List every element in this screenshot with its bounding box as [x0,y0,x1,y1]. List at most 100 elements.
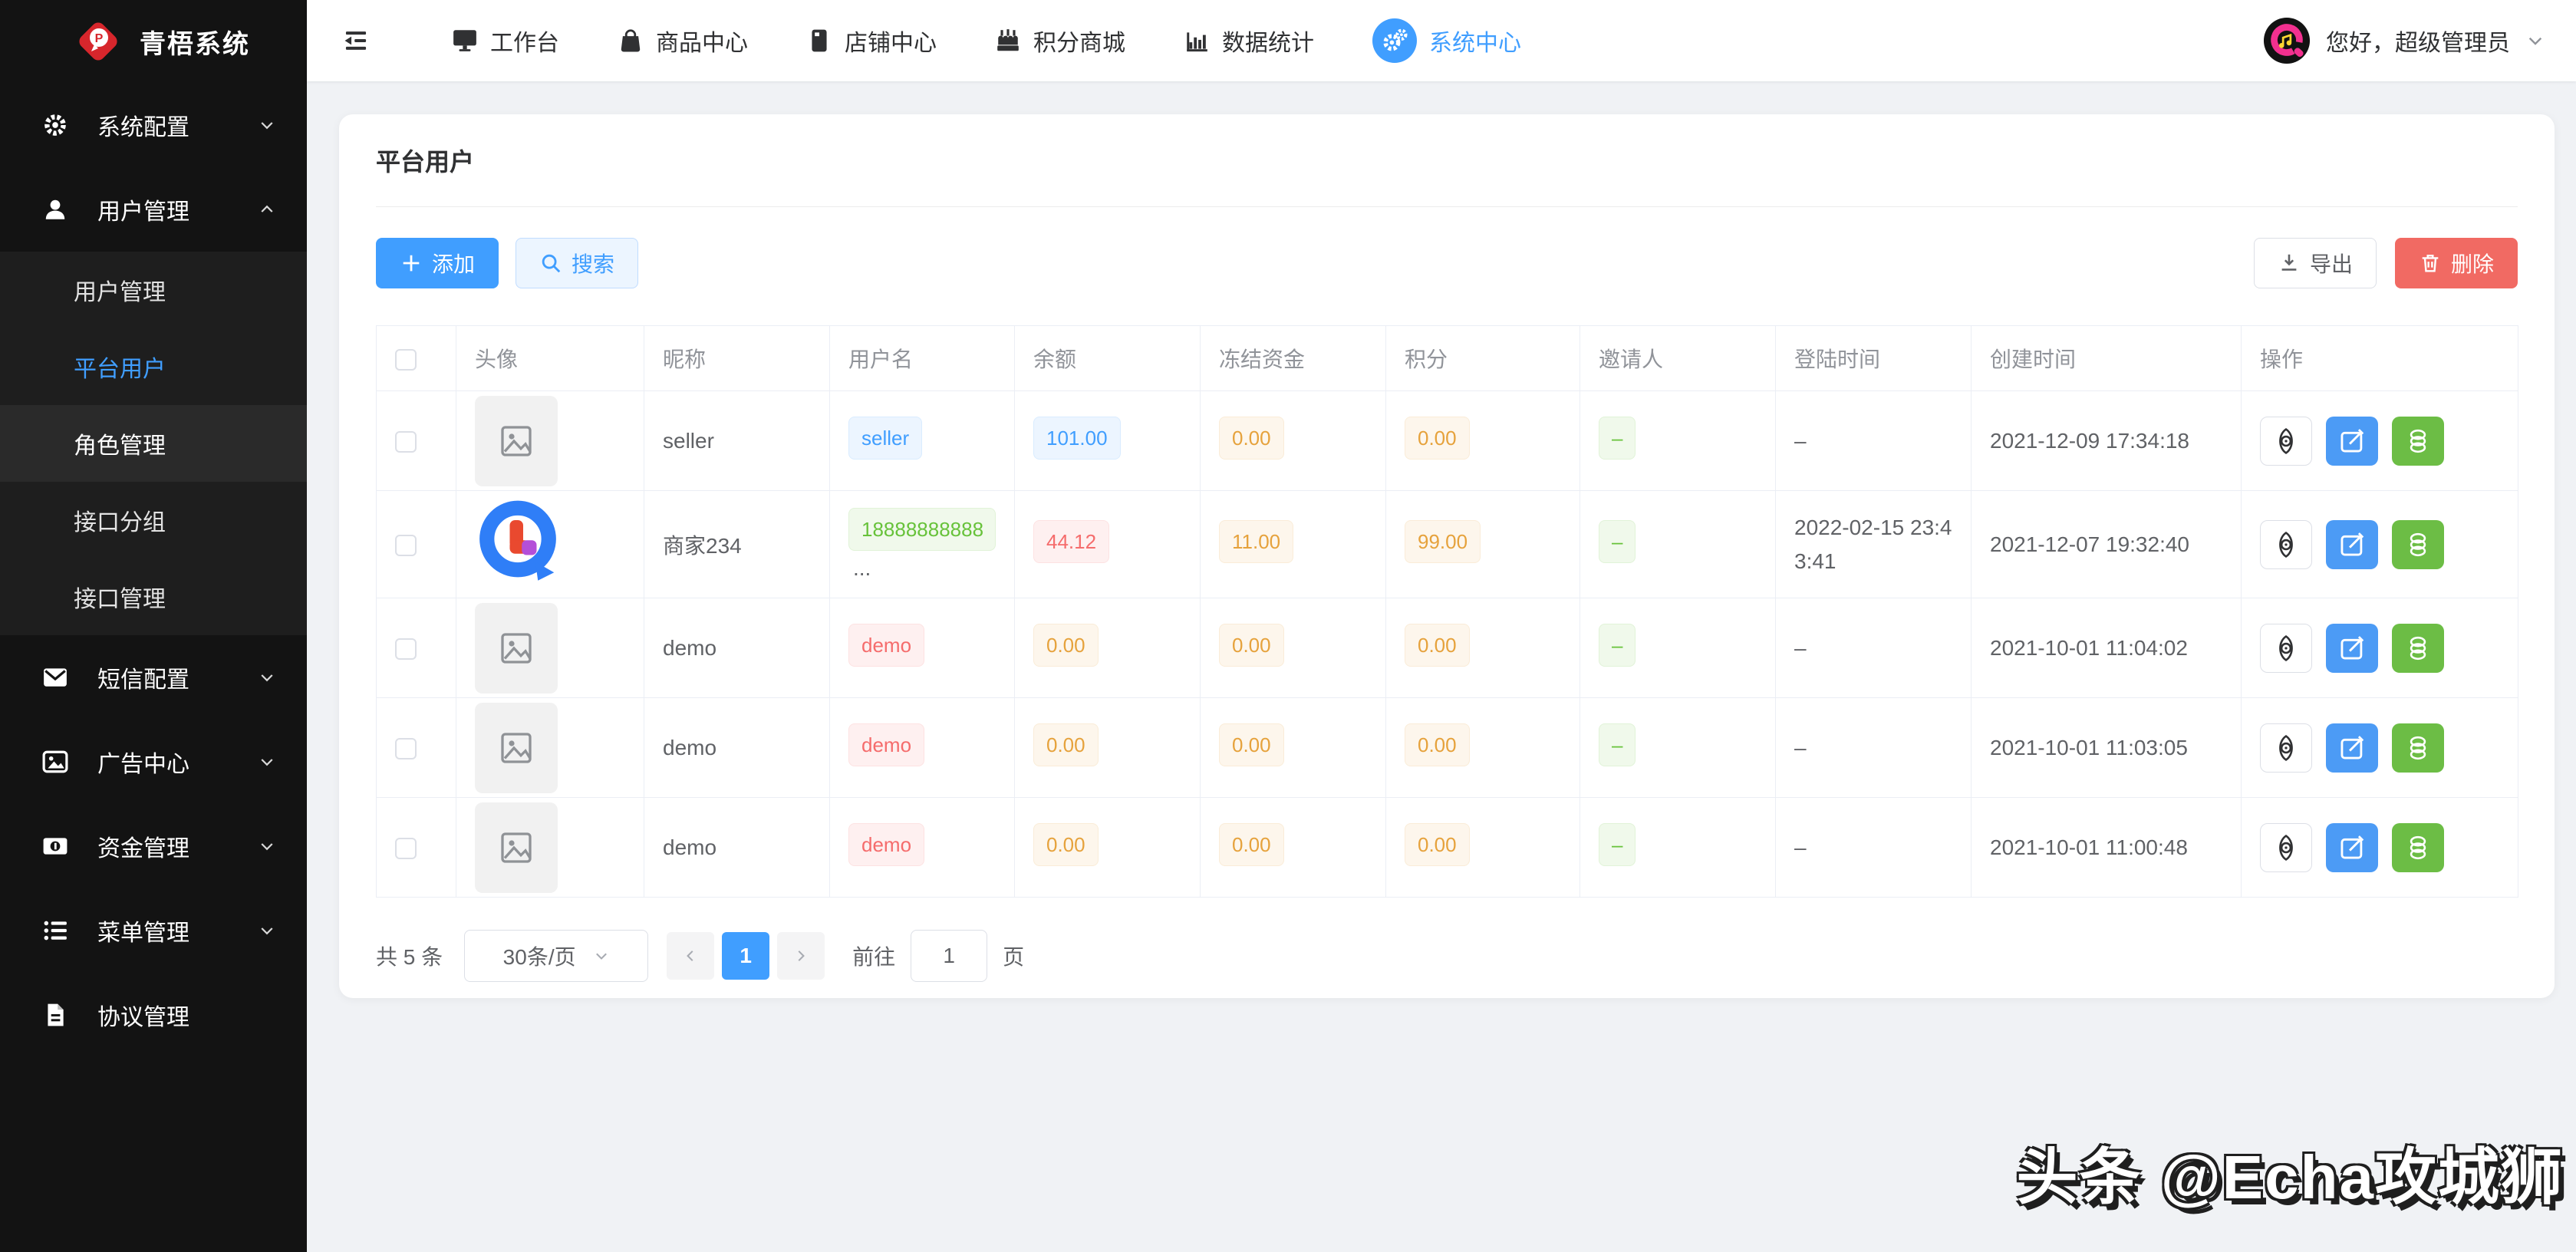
user-menu[interactable]: 您好，超级管理员 [2263,17,2545,64]
sidebar-item-agreement-management[interactable]: 协议管理 [0,973,307,1057]
image-icon [42,749,68,775]
nav-item-workbench[interactable]: 工作台 [452,24,559,58]
cell-nickname: 商家234 [644,491,830,598]
coins-button[interactable] [2392,624,2444,673]
monitor-icon [452,28,478,54]
nav-item-label: 店铺中心 [845,24,937,58]
row-checkbox[interactable] [395,431,417,453]
cell-created-time: 2021-10-01 11:03:05 [1972,698,2242,798]
cell-nickname: seller [644,391,830,491]
table-row: 商家234 18888888888... 44.12 11.00 99.00 –… [377,491,2518,598]
sidebar-fold-icon[interactable] [341,26,371,55]
sidebar-subitem-platform-users[interactable]: 平台用户 [0,328,307,405]
sidebar-item-label: 协议管理 [97,998,189,1032]
view-button[interactable] [2260,417,2312,466]
points-tag: 0.00 [1405,624,1470,667]
search-button[interactable]: 搜索 [516,238,638,288]
view-button[interactable] [2260,823,2312,872]
nav-item-system-center[interactable]: 系统中心 [1372,18,1521,63]
view-button[interactable] [2260,723,2312,773]
edit-button[interactable] [2326,624,2378,673]
table-row: seller seller 101.00 0.00 0.00 – – 2021-… [377,391,2518,491]
top-navigation: 工作台 商品中心 店铺中心 [452,18,1521,63]
prev-page-button[interactable] [667,932,714,980]
inviter-tag: – [1599,624,1636,667]
goto-page-input[interactable] [911,930,987,982]
nav-item-data-statistics[interactable]: 数据统计 [1184,24,1314,58]
sidebar-item-sms-config[interactable]: 短信配置 [0,635,307,720]
sidebar-item-user-management[interactable]: 用户管理 [0,167,307,252]
cell-nickname: demo [644,598,830,698]
trash-icon [2419,252,2442,275]
cell-login-time: – [1776,698,1972,798]
title-divider [376,206,2518,207]
chevron-left-icon [682,947,699,964]
nav-item-label: 工作台 [490,24,559,58]
inviter-tag: – [1599,520,1636,563]
sidebar-item-ad-center[interactable]: 广告中心 [0,720,307,804]
app-logo[interactable]: P 青梧系统 [0,0,307,83]
row-checkbox[interactable] [395,535,417,556]
nav-item-label: 数据统计 [1222,24,1314,58]
sidebar-submenu-user-management: 用户管理 平台用户 角色管理 接口分组 接口管理 [0,252,307,635]
points-tag: 0.00 [1405,723,1470,766]
user-icon [42,196,68,222]
nav-item-label: 商品中心 [656,24,748,58]
edit-button[interactable] [2326,723,2378,773]
select-all-checkbox[interactable] [395,349,417,371]
goto-label: 前往 [852,941,895,971]
cell-login-time: – [1776,798,1972,898]
sidebar-item-label: 短信配置 [97,661,189,694]
sidebar-subitem-role-management[interactable]: 角色管理 [0,405,307,482]
chevron-down-icon [258,116,276,134]
plus-icon [400,252,423,275]
cell-created-time: 2021-12-07 19:32:40 [1972,491,2242,598]
page-number-1[interactable]: 1 [722,932,769,980]
sidebar-item-system-config[interactable]: 系统配置 [0,83,307,167]
nav-item-points-mall[interactable]: 积分商城 [995,24,1125,58]
avatar-placeholder [475,603,558,694]
sidebar-item-label: 系统配置 [97,108,189,142]
coins-button[interactable] [2392,823,2444,872]
sidebar-subitem-user-management[interactable]: 用户管理 [0,252,307,328]
coins-button[interactable] [2392,417,2444,466]
cell-nickname: demo [644,798,830,898]
username-tag: seller [848,417,922,460]
coins-button[interactable] [2392,520,2444,569]
user-greeting: 您好，超级管理员 [2326,24,2510,58]
export-button[interactable]: 导出 [2254,238,2377,288]
next-page-button[interactable] [777,932,825,980]
row-checkbox[interactable] [395,838,417,859]
delete-button[interactable]: 删除 [2395,238,2518,288]
view-button[interactable] [2260,624,2312,673]
cell-created-time: 2021-10-01 11:00:48 [1972,798,2242,898]
row-checkbox[interactable] [395,638,417,660]
sidebar-subitem-api-groups[interactable]: 接口分组 [0,482,307,558]
page-size-select[interactable]: 30条/页 [464,930,648,982]
header-operations: 操作 [2242,326,2518,391]
sidebar-item-funds-management[interactable]: 资金管理 [0,804,307,888]
sidebar-item-label: 广告中心 [97,745,189,779]
header-nickname: 昵称 [644,326,830,391]
nav-item-shop-center[interactable]: 店铺中心 [806,24,937,58]
chevron-down-icon [258,668,276,687]
header-balance: 余额 [1015,326,1201,391]
table-row: demo demo 0.00 0.00 0.00 – – 2021-10-01 … [377,798,2518,898]
nav-item-product-center[interactable]: 商品中心 [618,24,748,58]
gear-icon [42,112,68,138]
row-checkbox[interactable] [395,738,417,759]
coins-button[interactable] [2392,723,2444,773]
table-header-row: 头像 昵称 用户名 余额 冻结资金 积分 邀请人 登陆时间 创建时间 操作 [377,326,2518,391]
edit-button[interactable] [2326,417,2378,466]
sidebar-subitem-api-management[interactable]: 接口管理 [0,558,307,635]
cell-login-time: 2022-02-15 23:43:41 [1776,491,1972,598]
frozen-tag: 11.00 [1219,520,1293,563]
balance-tag: 0.00 [1033,723,1099,766]
view-button[interactable] [2260,520,2312,569]
sidebar-item-label: 用户管理 [97,193,189,226]
edit-button[interactable] [2326,823,2378,872]
edit-button[interactable] [2326,520,2378,569]
sidebar-item-menu-management[interactable]: 菜单管理 [0,888,307,973]
add-button[interactable]: 添加 [376,238,499,288]
page-title: 平台用户 [376,114,2518,179]
